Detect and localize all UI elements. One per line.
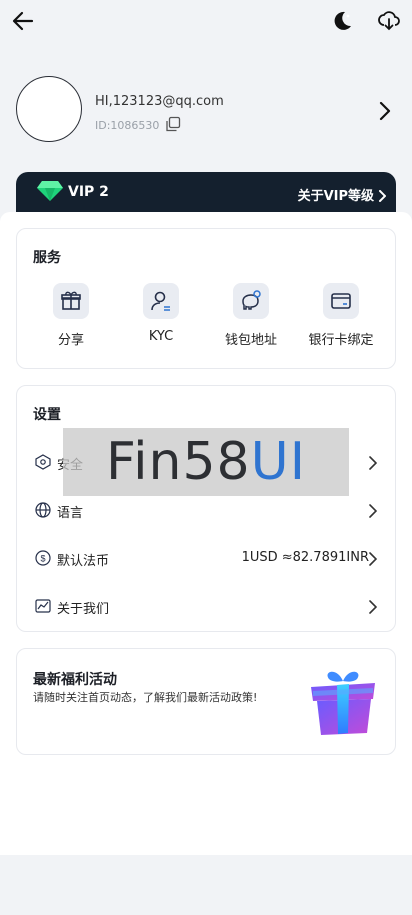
promo-card[interactable]: 最新福利活动 请随时关注首页动态，了解我们最新活动政策!	[16, 648, 396, 755]
globe-icon	[35, 502, 51, 518]
avatar[interactable]	[16, 76, 82, 142]
chevron-right-icon[interactable]	[369, 599, 378, 618]
service-label: 银行卡绑定	[308, 333, 374, 348]
service-wallet-address[interactable]: 钱包地址	[211, 283, 291, 348]
service-bank-card[interactable]: 银行卡绑定	[301, 283, 381, 348]
user-id-row: ID:1086530	[95, 116, 181, 135]
piggy-bank-icon	[233, 283, 269, 319]
chevron-right-icon[interactable]	[378, 187, 387, 206]
currency-rate-value: 1USD ≈82.7891INR	[241, 550, 369, 565]
settings-item-about-us[interactable]: 关于我们	[17, 586, 395, 626]
vip-about-link[interactable]: 关于VIP等级	[298, 185, 374, 204]
diamond-icon	[36, 180, 64, 206]
user-email: HI,123123@qq.com	[95, 94, 224, 109]
service-label: KYC	[148, 329, 174, 344]
settings-card: 设置 安全 语言 $ 默认法币 1USD ≈82.7891INR 关于我们	[16, 385, 396, 632]
promo-title: 最新福利活动	[33, 672, 117, 688]
services-title: 服务	[33, 250, 61, 266]
settings-item-language[interactable]: 语言	[17, 490, 395, 530]
settings-item-label: 关于我们	[57, 602, 110, 617]
top-bar	[0, 0, 412, 44]
service-label: 分享	[57, 333, 84, 348]
chevron-right-icon[interactable]	[369, 551, 378, 570]
watermark-text-blue: UI	[250, 432, 307, 492]
bank-card-icon	[323, 283, 359, 319]
gift-icon	[53, 283, 89, 319]
back-arrow-icon[interactable]	[8, 6, 38, 36]
watermark: Fin58 UI	[63, 428, 349, 496]
dollar-icon: $	[35, 550, 51, 566]
gift-box-icon	[307, 663, 379, 741]
profile-section[interactable]: HI,123123@qq.com ID:1086530	[0, 70, 412, 150]
settings-title: 设置	[33, 407, 61, 423]
download-icon[interactable]	[374, 6, 404, 36]
chart-icon	[35, 598, 51, 614]
user-verify-icon	[143, 283, 179, 319]
service-kyc[interactable]: KYC	[121, 283, 201, 344]
vip-banner[interactable]: VIP 2 关于VIP等级	[16, 172, 396, 216]
watermark-text-dark: Fin58	[105, 432, 251, 492]
promo-description: 请随时关注首页动态，了解我们最新活动政策!	[33, 691, 258, 704]
service-share[interactable]: 分享	[31, 283, 111, 348]
shield-icon	[35, 454, 51, 470]
svg-text:$: $	[40, 554, 45, 564]
copy-icon[interactable]	[165, 116, 181, 135]
chevron-right-icon[interactable]	[369, 503, 378, 522]
settings-item-currency[interactable]: $ 默认法币 1USD ≈82.7891INR	[17, 538, 395, 578]
vip-level: VIP 2	[68, 184, 109, 200]
chevron-right-icon[interactable]	[376, 100, 394, 122]
moon-icon[interactable]	[327, 6, 357, 36]
settings-item-label: 语言	[57, 506, 84, 521]
service-label: 钱包地址	[224, 333, 277, 348]
settings-item-label: 默认法币	[57, 554, 110, 569]
services-card: 服务 分享 KYC 钱包地址 银行卡绑定	[16, 228, 396, 369]
user-id: ID:1086530	[95, 119, 160, 132]
chevron-right-icon[interactable]	[369, 455, 378, 474]
